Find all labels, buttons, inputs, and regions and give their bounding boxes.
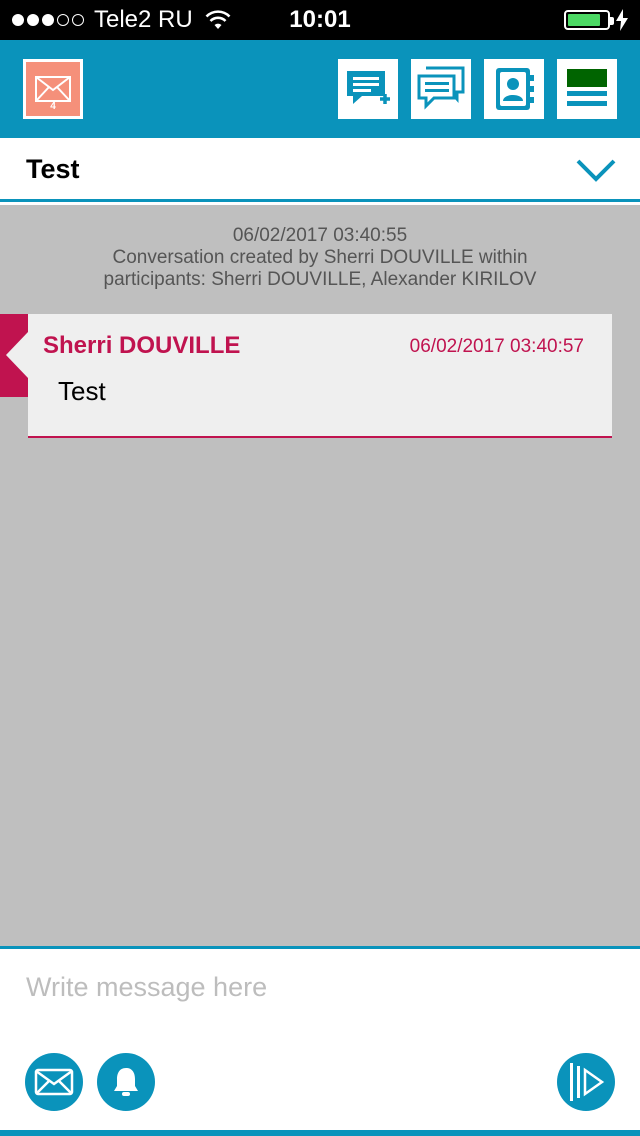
new-message-icon <box>347 71 390 104</box>
inbox-icon <box>35 76 71 102</box>
inbox-count-badge: 4 <box>50 101 56 112</box>
chevron-down-icon[interactable] <box>576 157 616 183</box>
system-message-line: participants: Sherri DOUVILLE, Alexander… <box>103 269 537 290</box>
conversation-header: Test <box>0 138 640 202</box>
system-message-line: Conversation created by Sherri DOUVILLE … <box>112 247 528 268</box>
message-marker-icon <box>0 314 28 397</box>
system-message-timestamp: 06/02/2017 03:40:55 <box>232 225 408 246</box>
envelope-icon <box>34 1068 74 1096</box>
contacts-icon <box>496 68 534 110</box>
system-message: 06/02/2017 03:40:55 Conversation created… <box>0 225 640 291</box>
notification-button[interactable] <box>97 1053 155 1111</box>
contacts-button[interactable] <box>484 59 544 119</box>
top-toolbar: 4 <box>0 40 640 138</box>
menu-icon <box>567 69 607 106</box>
conversation-title: Test <box>26 154 80 184</box>
clock: 10:01 <box>289 6 351 33</box>
email-button[interactable] <box>25 1053 83 1111</box>
charging-icon <box>616 9 628 31</box>
message-input[interactable] <box>26 967 616 1007</box>
status-bar: Tele2 RU 10:01 <box>0 0 640 40</box>
conversations-button[interactable] <box>411 59 471 119</box>
composer-bottom-border <box>0 1130 640 1136</box>
conversations-icon <box>417 66 465 110</box>
message-text: Test <box>58 376 106 406</box>
send-button[interactable] <box>557 1053 615 1111</box>
message-author: Sherri DOUVILLE <box>43 332 241 359</box>
message-bubble[interactable]: Sherri DOUVILLE 06/02/2017 03:40:57 Test <box>28 314 612 438</box>
send-play-icon <box>570 1063 605 1101</box>
bell-icon <box>114 1068 138 1096</box>
menu-button[interactable] <box>557 59 617 119</box>
message-composer <box>0 946 640 1136</box>
conversation-area[interactable]: 06/02/2017 03:40:55 Conversation created… <box>0 205 640 946</box>
new-message-button[interactable] <box>338 59 398 119</box>
inbox-button[interactable]: 4 <box>23 59 83 119</box>
battery-icon <box>564 10 614 30</box>
message-timestamp: 06/02/2017 03:40:57 <box>409 336 584 357</box>
